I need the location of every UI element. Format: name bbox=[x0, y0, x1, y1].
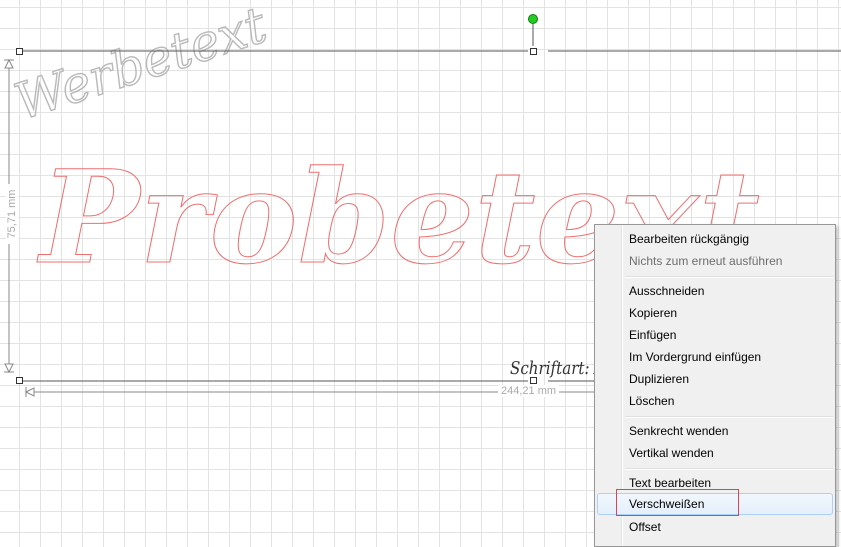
menu-item-flip-vertical[interactable]: Senkrecht wenden bbox=[597, 420, 833, 442]
watermark-text: Werbetext bbox=[8, 0, 274, 131]
resize-handle-bottom-left[interactable] bbox=[16, 377, 23, 384]
menu-item-offset[interactable]: Offset bbox=[597, 516, 833, 538]
menu-separator bbox=[625, 276, 833, 278]
height-dimension-label: 75,71 mm bbox=[6, 184, 18, 244]
width-dimension-label: 244,21 mm bbox=[498, 385, 560, 397]
menu-item-delete[interactable]: Löschen bbox=[597, 390, 833, 412]
menu-separator bbox=[625, 416, 833, 418]
menu-item-flip-vertical-alt[interactable]: Vertikal wenden bbox=[597, 442, 833, 464]
resize-handle-bottom-center[interactable] bbox=[530, 377, 537, 384]
height-arrow-up-icon bbox=[4, 58, 14, 69]
menu-item-paste[interactable]: Einfügen bbox=[597, 324, 833, 346]
rotation-handle[interactable] bbox=[528, 14, 538, 24]
menu-separator bbox=[625, 468, 833, 470]
menu-item-cut[interactable]: Ausschneiden bbox=[597, 280, 833, 302]
menu-item-undo[interactable]: Bearbeiten rückgängig bbox=[597, 228, 833, 250]
menu-item-copy[interactable]: Kopieren bbox=[597, 302, 833, 324]
annotation-highlight-box bbox=[616, 489, 739, 516]
height-arrow-down-icon bbox=[4, 363, 14, 374]
menu-item-redo: Nichts zum erneut ausführen bbox=[629, 254, 783, 268]
resize-handle-top-left[interactable] bbox=[16, 48, 23, 55]
width-arrow-left-icon bbox=[24, 387, 35, 397]
menu-item-duplicate[interactable]: Duplizieren bbox=[597, 368, 833, 390]
menu-item-paste-in-front[interactable]: Im Vordergrund einfügen bbox=[597, 346, 833, 368]
resize-handle-top-center[interactable] bbox=[530, 48, 537, 55]
